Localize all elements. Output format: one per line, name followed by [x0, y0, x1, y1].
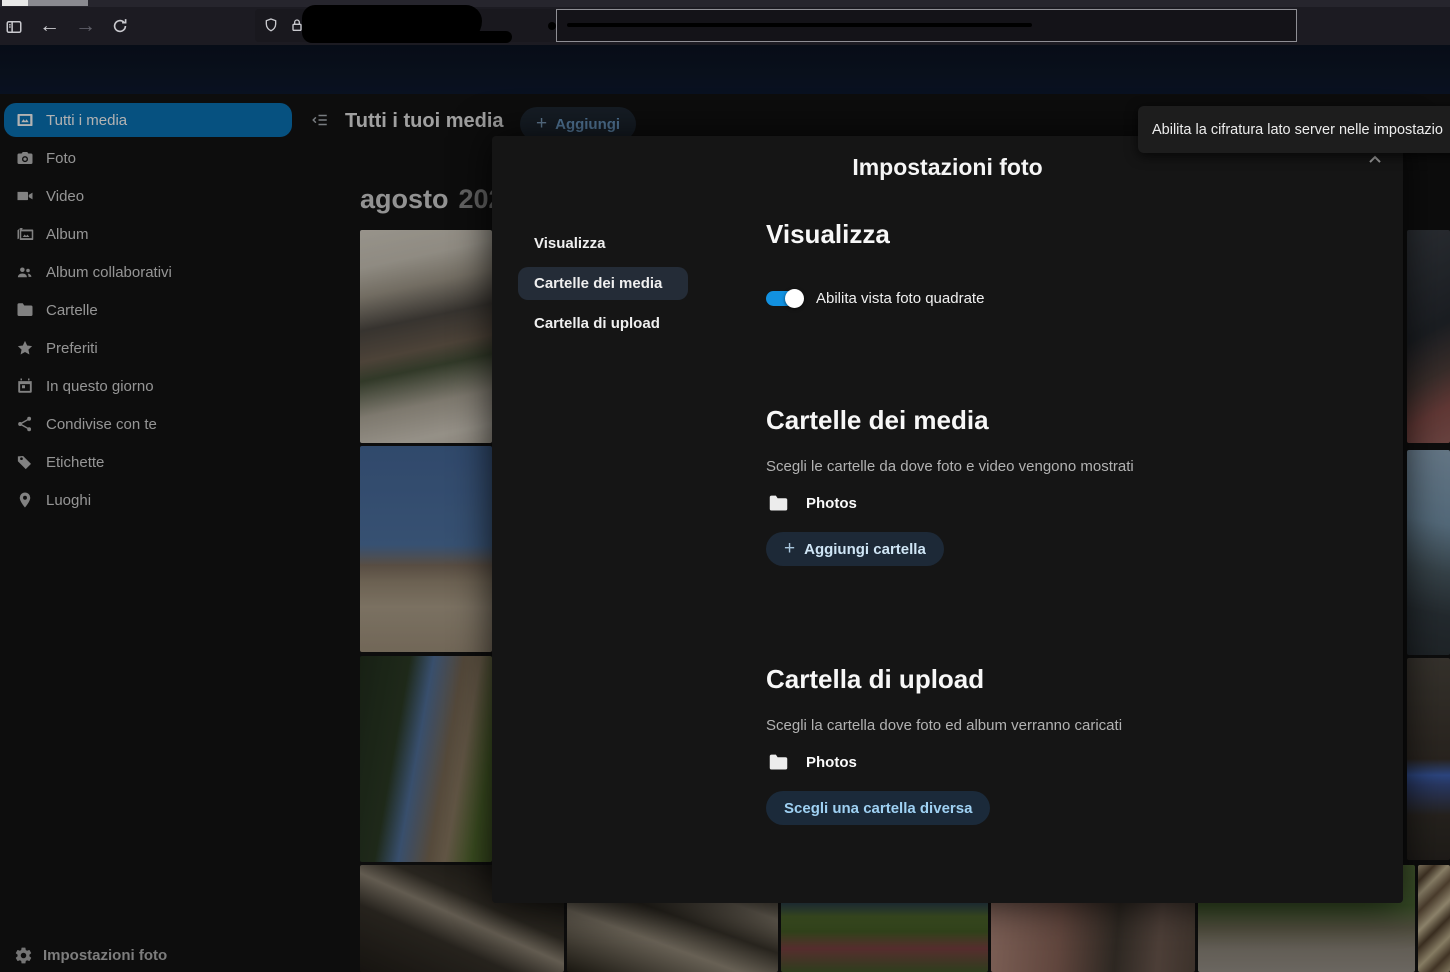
- modal-nav: Visualizza Cartelle dei media Cartella d…: [518, 211, 732, 825]
- address-bar[interactable]: [255, 9, 1043, 42]
- square-photos-toggle-row: Abilita vista foto quadrate: [766, 290, 1377, 307]
- folder-icon: [768, 493, 789, 514]
- forward-icon[interactable]: →: [75, 15, 96, 36]
- shield-icon[interactable]: [263, 17, 279, 33]
- toggle-label: Abilita vista foto quadrate: [816, 290, 984, 307]
- choose-different-folder-label: Scegli una cartella diversa: [784, 800, 972, 817]
- plus-icon: +: [784, 538, 795, 560]
- redacted-url: [302, 5, 482, 43]
- folder-icon: [768, 752, 789, 773]
- toggle-knob: [785, 289, 804, 308]
- browser-toolbar: ← →: [0, 7, 1450, 45]
- chevron-up-icon[interactable]: [1365, 150, 1385, 170]
- media-folder-row: Photos: [766, 493, 1377, 514]
- modal-content: Visualizza Abilita vista foto quadrate C…: [766, 211, 1377, 825]
- browser-sidebar-toggle-icon[interactable]: [5, 18, 23, 36]
- toast-message: Abilita la cifratura lato server nelle i…: [1152, 122, 1443, 138]
- redacted-url-dot: [548, 22, 556, 30]
- section-heading-visualizza: Visualizza: [766, 219, 1377, 250]
- square-photos-toggle[interactable]: [766, 291, 802, 306]
- modal-nav-cartelle-dei-media[interactable]: Cartelle dei media: [518, 267, 688, 300]
- encryption-notification-toast[interactable]: Abilita la cifratura lato server nelle i…: [1138, 106, 1450, 153]
- redacted-url-line: [567, 23, 1032, 27]
- back-icon[interactable]: ←: [39, 15, 60, 36]
- media-folders-description: Scegli le cartelle da dove foto e video …: [766, 458, 1377, 475]
- section-media-folders: Cartelle dei media Scegli le cartelle da…: [766, 405, 1377, 566]
- window-artifact: [28, 0, 88, 6]
- choose-different-folder-button[interactable]: Scegli una cartella diversa: [766, 791, 990, 825]
- modal-nav-cartella-di-upload[interactable]: Cartella di upload: [518, 307, 688, 340]
- photo-settings-modal: Impostazioni foto Visualizza Cartelle de…: [492, 136, 1403, 903]
- media-folder-name: Photos: [806, 495, 857, 512]
- upload-folder-name: Photos: [806, 754, 857, 771]
- modal-title: Impostazioni foto: [518, 154, 1377, 181]
- section-upload-folder: Cartella di upload Scegli la cartella do…: [766, 664, 1377, 825]
- reload-icon[interactable]: [111, 17, 129, 35]
- section-heading-cartella-di-upload: Cartella di upload: [766, 664, 1377, 695]
- add-folder-button[interactable]: + Aggiungi cartella: [766, 532, 944, 566]
- modal-nav-visualizza[interactable]: Visualizza: [518, 227, 688, 260]
- window-artifact: [2, 0, 28, 6]
- screen: ← →: [0, 0, 1450, 972]
- upload-folder-row: Photos: [766, 752, 1377, 773]
- section-heading-cartelle-dei-media: Cartelle dei media: [766, 405, 1377, 436]
- upload-folder-description: Scegli la cartella dove foto ed album ve…: [766, 717, 1377, 734]
- browser-window-top: [0, 0, 1450, 7]
- add-folder-button-label: Aggiungi cartella: [804, 541, 926, 558]
